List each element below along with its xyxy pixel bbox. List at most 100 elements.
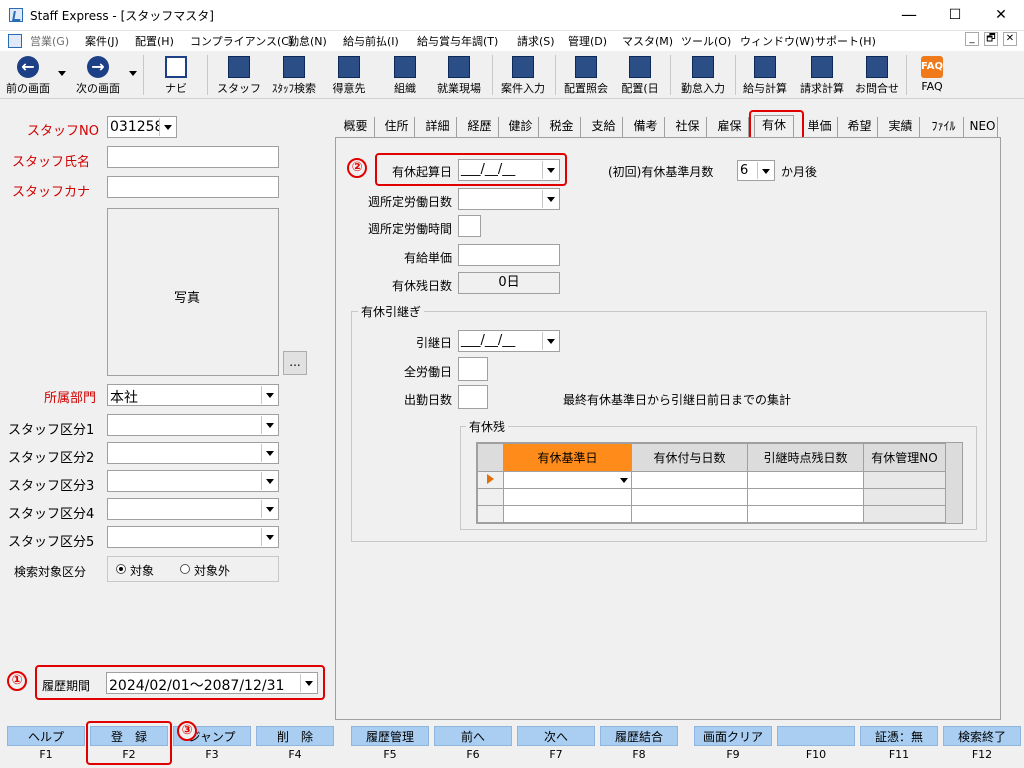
grid-header-management-no[interactable]: 有休管理NO bbox=[863, 443, 946, 472]
granted-days-cell[interactable] bbox=[631, 488, 748, 506]
mdi-close-button[interactable]: ✕ bbox=[1003, 32, 1017, 46]
toolbar-navi-button[interactable]: ナビ bbox=[152, 54, 200, 98]
history-period-combo[interactable]: 2024/02/01～2087/12/31 bbox=[106, 672, 318, 694]
menu-item-attendance[interactable]: 勤怠(N) bbox=[288, 33, 327, 49]
previous-button[interactable]: 前へ bbox=[434, 726, 512, 746]
menu-item-window[interactable]: ウィンドウ(W) bbox=[740, 33, 814, 49]
staff-class-2-combo[interactable] bbox=[107, 442, 279, 464]
photo-browse-button[interactable]: ... bbox=[283, 351, 307, 375]
toolbar-attendance-entry-button[interactable]: 勤怠入力 bbox=[674, 54, 732, 98]
toolbar-faq-button[interactable]: FAQ FAQ bbox=[912, 54, 952, 98]
toolbar-back-button[interactable]: ← 前の画面 bbox=[2, 54, 54, 98]
toolbar-placement-daily-button[interactable]: 配置(日 bbox=[615, 54, 665, 98]
table-row[interactable] bbox=[477, 471, 946, 489]
mdi-restore-button[interactable]: 🗗 bbox=[984, 32, 998, 46]
radio-target[interactable] bbox=[116, 564, 126, 574]
table-row[interactable] bbox=[477, 505, 946, 523]
menu-item-billing[interactable]: 請求(S) bbox=[517, 33, 555, 49]
tab-career[interactable]: 経歴 bbox=[461, 117, 499, 137]
dropdown-arrow-icon[interactable] bbox=[261, 416, 277, 434]
history-merge-button[interactable]: 履歴結合 bbox=[600, 726, 678, 746]
toolbar-forward-button[interactable]: → 次の画面 bbox=[72, 54, 124, 98]
tab-payment[interactable]: 支給 bbox=[585, 117, 623, 137]
tab-details[interactable]: 詳細 bbox=[419, 117, 457, 137]
menu-item-placement[interactable]: 配置(H) bbox=[135, 33, 174, 49]
menu-item-sales[interactable]: 営業(G) bbox=[30, 33, 69, 49]
back-history-dropdown[interactable] bbox=[58, 71, 66, 76]
dropdown-arrow-icon[interactable] bbox=[261, 528, 277, 546]
toolbar-project-entry-button[interactable]: 案件入力 bbox=[496, 54, 550, 98]
next-button[interactable]: 次へ bbox=[517, 726, 595, 746]
staff-no-combo[interactable]: 031258 bbox=[107, 116, 177, 138]
minimize-button[interactable]: — bbox=[886, 0, 932, 31]
menu-item-project[interactable]: 案件(J) bbox=[85, 33, 119, 49]
tab-social-insurance[interactable]: 社保 bbox=[669, 117, 707, 137]
dropdown-arrow-icon[interactable] bbox=[757, 162, 773, 179]
tab-employment-insurance[interactable]: 雇保 bbox=[711, 117, 749, 137]
tab-results[interactable]: 実績 bbox=[882, 117, 920, 137]
tab-address[interactable]: 住所 bbox=[379, 117, 415, 137]
maximize-button[interactable]: ☐ bbox=[932, 0, 978, 31]
menu-item-advance-pay[interactable]: 給与前払(I) bbox=[343, 33, 399, 49]
staff-class-3-combo[interactable] bbox=[107, 470, 279, 492]
staff-class-1-combo[interactable] bbox=[107, 414, 279, 436]
menu-item-salary[interactable]: 給与賞与年調(T) bbox=[417, 33, 498, 49]
carry-date-picker[interactable]: ___/__/__ bbox=[458, 330, 560, 352]
delete-button[interactable]: 削 除 bbox=[256, 726, 334, 746]
radio-non-target[interactable] bbox=[180, 564, 190, 574]
granted-days-cell[interactable] bbox=[631, 471, 748, 489]
menu-item-master[interactable]: マスタ(M) bbox=[622, 33, 673, 49]
grid-header-carry-remaining[interactable]: 引継時点残日数 bbox=[747, 443, 864, 472]
end-search-button[interactable]: 検索終了 bbox=[943, 726, 1021, 746]
f10-button[interactable] bbox=[777, 726, 855, 746]
dropdown-arrow-icon[interactable] bbox=[542, 332, 558, 350]
menu-item-tools[interactable]: ツール(O) bbox=[681, 33, 731, 49]
menu-item-compliance[interactable]: コンプライアンス(C) bbox=[190, 33, 293, 49]
carry-remaining-cell[interactable] bbox=[747, 471, 864, 489]
carry-remaining-cell[interactable] bbox=[747, 505, 864, 523]
toolbar-payroll-button[interactable]: 給与計算 bbox=[738, 54, 792, 98]
dropdown-arrow-icon[interactable] bbox=[542, 161, 558, 179]
toolbar-worksite-button[interactable]: 就業現場 bbox=[432, 54, 486, 98]
history-manage-button[interactable]: 履歴管理 bbox=[351, 726, 429, 746]
clear-screen-button[interactable]: 画面クリア bbox=[694, 726, 772, 746]
dropdown-arrow-icon[interactable] bbox=[542, 190, 558, 208]
toolbar-customer-button[interactable]: 得意先 bbox=[326, 54, 372, 98]
toolbar-staff-button[interactable]: スタッフ bbox=[216, 54, 262, 98]
voucher-button[interactable]: 証憑：無 bbox=[860, 726, 938, 746]
dropdown-arrow-icon[interactable] bbox=[300, 674, 316, 692]
tab-preferences[interactable]: 希望 bbox=[842, 117, 878, 137]
carry-remaining-cell[interactable] bbox=[747, 488, 864, 506]
tab-notes[interactable]: 備考 bbox=[627, 117, 665, 137]
toolbar-billing-button[interactable]: 請求計算 bbox=[795, 54, 849, 98]
weekly-days-combo[interactable] bbox=[458, 188, 560, 210]
unit-price-field[interactable] bbox=[458, 244, 560, 266]
tab-overview[interactable]: 概要 bbox=[337, 117, 375, 137]
grid-header-base-date[interactable]: 有休基準日 bbox=[503, 443, 632, 472]
tab-tax[interactable]: 税金 bbox=[543, 117, 581, 137]
weekly-hours-field[interactable] bbox=[458, 215, 481, 237]
base-date-cell[interactable] bbox=[503, 488, 632, 506]
dropdown-arrow-icon[interactable] bbox=[261, 444, 277, 462]
menu-item-support[interactable]: サポート(H) bbox=[815, 33, 876, 49]
granted-days-cell[interactable] bbox=[631, 505, 748, 523]
close-button[interactable]: ✕ bbox=[978, 0, 1024, 31]
grid-header-granted-days[interactable]: 有休付与日数 bbox=[631, 443, 748, 472]
tab-files[interactable]: ﾌｧｲﾙ bbox=[924, 117, 964, 137]
staff-class-4-combo[interactable] bbox=[107, 498, 279, 520]
total-work-days-field[interactable] bbox=[458, 357, 488, 381]
toolbar-placement-inquiry-button[interactable]: 配置照会 bbox=[559, 54, 613, 98]
base-date-cell[interactable] bbox=[503, 505, 632, 523]
dropdown-arrow-icon[interactable] bbox=[261, 500, 277, 518]
tab-neo[interactable]: NEO bbox=[968, 117, 998, 137]
menu-item-admin[interactable]: 管理(D) bbox=[568, 33, 607, 49]
dept-combo[interactable]: 本社 bbox=[107, 384, 279, 406]
staff-class-5-combo[interactable] bbox=[107, 526, 279, 548]
base-date-cell[interactable] bbox=[503, 471, 632, 489]
tab-unit-price[interactable]: 単価 bbox=[802, 117, 838, 137]
attendance-days-field[interactable] bbox=[458, 385, 488, 409]
forward-history-dropdown[interactable] bbox=[129, 71, 137, 76]
staff-kana-field[interactable] bbox=[107, 176, 279, 198]
dropdown-arrow-icon[interactable] bbox=[261, 472, 277, 490]
dropdown-arrow-icon[interactable] bbox=[261, 386, 277, 404]
